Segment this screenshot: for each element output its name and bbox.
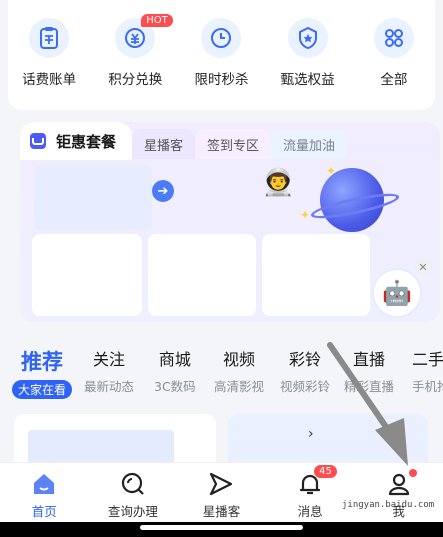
nav-label: 消息	[297, 504, 323, 519]
clock-icon	[201, 18, 242, 58]
service-shortcuts: 话费账单 HOT 积分兑换 限时秒杀 甄选权益 全部	[0, 14, 443, 88]
service-flash-sale[interactable]: 限时秒杀	[181, 18, 261, 88]
nav-label: 首页	[31, 504, 57, 519]
channel-tabs: 推荐 大家在看 关注 最新动态 商城 3C数码 视频 高清影视 彩铃 视频 彩铃 …	[0, 346, 443, 399]
nav-me[interactable]: 我	[359, 469, 439, 520]
tab-live[interactable]: 直播 精彩直播	[344, 346, 394, 395]
tab-sub: 大家在看	[12, 380, 73, 399]
user-icon	[386, 471, 412, 497]
tab-sub: 精彩直播	[344, 379, 395, 394]
service-label: 全部	[380, 72, 408, 88]
tab-name: 彩铃	[289, 350, 322, 369]
tab-sub: 手机抢	[412, 379, 443, 394]
promo-banner-placeholder[interactable]	[34, 166, 152, 230]
tab-ringtone[interactable]: 彩铃 视频彩铃	[280, 346, 330, 395]
grid-icon	[373, 18, 414, 58]
tab-star-podcast[interactable]: 星播客	[132, 129, 196, 159]
promo-offer-card[interactable]	[262, 234, 370, 316]
tab-name: 二手	[412, 350, 443, 369]
tab-discount-package[interactable]: 钜惠套餐	[20, 122, 133, 160]
service-label: 积分兑换	[108, 72, 163, 88]
tab-video[interactable]: 视频 高清影视	[214, 346, 264, 395]
service-selected-benefits[interactable]: 甄选权益	[268, 18, 348, 88]
notification-dot	[408, 469, 417, 477]
watermark: jingyan.baidu.com	[342, 500, 435, 510]
tab-recommend[interactable]: 推荐 大家在看	[12, 346, 73, 399]
tab-data-boost[interactable]: 流量加油	[271, 129, 348, 159]
service-bill[interactable]: 话费账单	[9, 18, 89, 88]
tab-sub: 3C数码	[154, 379, 196, 394]
arrow-right-icon[interactable]: ➔	[152, 180, 174, 202]
tab-mall[interactable]: 商城 3C数码	[154, 346, 196, 395]
service-label: 话费账单	[22, 72, 77, 88]
tab-follow[interactable]: 关注 最新动态	[84, 346, 134, 395]
search-icon	[120, 471, 146, 497]
service-all[interactable]: 全部	[354, 18, 434, 88]
nav-label: 星播客	[202, 504, 241, 519]
tab-name: 推荐	[21, 350, 63, 374]
bottom-nav: 首页 查询办理 星播客 45 消息 我	[0, 462, 443, 522]
tab-name: 关注	[93, 350, 126, 369]
home-icon	[31, 471, 57, 497]
promo-offer-card[interactable]	[148, 234, 256, 316]
tab-sub: 高清影视	[214, 379, 265, 394]
service-label: 限时秒杀	[194, 72, 249, 88]
promo-offer-card[interactable]	[32, 234, 142, 316]
nav-messages[interactable]: 45 消息	[270, 465, 350, 520]
nav-label: 查询办理	[107, 504, 158, 519]
mascot-float-icon[interactable]: 🤖	[372, 268, 422, 318]
chevron-right-icon: ›	[308, 426, 314, 442]
tab-label: 钜惠套餐	[56, 132, 117, 151]
tab-name: 视频	[223, 350, 256, 369]
bill-icon	[29, 18, 70, 58]
tab-name: 商城	[158, 350, 191, 369]
promo-tabs: 钜惠套餐 星播客 签到专区 流量加油	[20, 122, 440, 160]
tab-sub: 最新动态	[84, 379, 135, 394]
tab-sub: 视频彩铃	[280, 379, 331, 394]
message-count-badge: 45	[314, 465, 337, 478]
medal-icon	[287, 18, 328, 58]
service-points-exchange[interactable]: HOT 积分兑换	[95, 14, 175, 88]
nav-star-podcast[interactable]: 星播客	[181, 471, 261, 520]
gift-icon	[30, 133, 46, 149]
service-label: 甄选权益	[280, 72, 335, 88]
send-icon	[208, 471, 234, 497]
nav-query[interactable]: 查询办理	[93, 471, 173, 520]
hot-badge: HOT	[141, 14, 173, 27]
tab-check-in[interactable]: 签到专区	[195, 129, 272, 159]
nav-home[interactable]: 首页	[4, 471, 84, 520]
home-indicator-bar	[0, 522, 443, 537]
star-icon: ✦	[300, 208, 311, 222]
close-icon[interactable]: ✕	[414, 258, 432, 276]
tab-secondhand[interactable]: 二手 手机抢	[412, 346, 443, 395]
tab-name: 直播	[353, 350, 386, 369]
astronaut-icon: 👨‍🚀	[262, 168, 295, 198]
